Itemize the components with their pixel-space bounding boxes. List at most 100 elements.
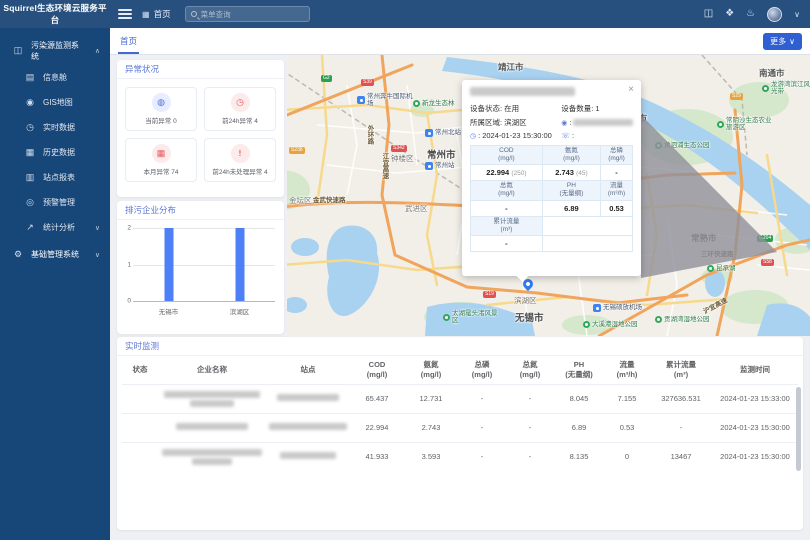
tab-home[interactable]: 首页 bbox=[118, 28, 139, 54]
map-label-city: 南通市 bbox=[759, 67, 785, 79]
enterprise-distribution-panel: 排污企业分布 2 1 0 无锡市 滨湖区 bbox=[117, 201, 284, 334]
map-label-city: 常熟市 bbox=[691, 232, 717, 244]
airport-icon bbox=[357, 96, 365, 104]
breadcrumb-home: 首页 bbox=[154, 8, 171, 20]
stopwatch-icon: ◷ bbox=[231, 93, 250, 112]
metric-value: 22.994 bbox=[486, 168, 509, 177]
park-icon bbox=[583, 321, 590, 328]
stat-24h-abnormal[interactable]: ◷ 前24h异常 4 bbox=[204, 87, 276, 131]
grid-icon: ▦ bbox=[142, 10, 150, 19]
stat-label: 前24h异常 4 bbox=[222, 115, 258, 125]
sidebar-group-pollution-monitoring[interactable]: ◫ 污染源监测系统 ∧ bbox=[0, 36, 110, 65]
layout-icon[interactable]: ❖ bbox=[725, 9, 734, 19]
flame-icon[interactable]: ♨ bbox=[746, 9, 755, 19]
metric-value: 6.89 bbox=[564, 204, 579, 213]
table-row[interactable]: 22.9942.743 -- 6.890.53 -2024-01-23 15:3… bbox=[122, 413, 798, 442]
sidebar-item-info-cabin[interactable]: ▤ 信息舱 bbox=[0, 65, 110, 90]
theme-icon[interactable]: ◫ bbox=[704, 9, 713, 19]
metric-value: 0.53 bbox=[609, 204, 624, 213]
table-scrollbar[interactable] bbox=[796, 387, 801, 471]
sidebar-item-alert-management[interactable]: ◎ 预警管理 bbox=[0, 190, 110, 215]
stat-month-abnormal[interactable]: ▦ 本月异常 74 bbox=[125, 138, 197, 182]
park-icon bbox=[655, 142, 662, 149]
col-tn: 总氮 bbox=[523, 360, 538, 369]
map-poi: 黄泗浦生态公园 bbox=[664, 142, 710, 149]
sidebar-item-label: 预警管理 bbox=[43, 197, 75, 208]
sidebar-item-site-report[interactable]: ▥ 站点报表 bbox=[0, 165, 110, 190]
stat-label: 前24h未处理异常 4 bbox=[212, 166, 267, 176]
map-poi: 无锡硕放机场 bbox=[603, 304, 642, 311]
col-site: 站点 bbox=[301, 365, 316, 374]
phone-icon: ☏ bbox=[561, 132, 570, 140]
park-icon bbox=[762, 85, 769, 92]
metric-unit: (mg/l) bbox=[608, 155, 625, 162]
metric-unit: (mg/l) bbox=[498, 155, 515, 162]
caret-down-icon: ∨ bbox=[95, 251, 100, 259]
user-avatar[interactable] bbox=[767, 7, 782, 22]
map-label-city: 无锡市 bbox=[515, 310, 544, 324]
realtime-monitor-panel: 实时监测 状态 企业名称 站点 COD(mg/l) 氨氮(mg/l) 总磷(mg… bbox=[117, 337, 803, 530]
abnormal-status-panel: 异常状况 ◍ 当前异常 0 ◷ 前24h异常 4 ▦ 本月异常 74 ! 前24… bbox=[117, 60, 284, 197]
hamburger-menu-icon[interactable] bbox=[118, 9, 132, 19]
info-cabin-icon: ▤ bbox=[25, 72, 35, 83]
road-badge: S58 bbox=[761, 259, 774, 266]
metric-limit: (45) bbox=[576, 170, 588, 177]
region-label: 所属区域: bbox=[470, 117, 502, 128]
panel-title: 异常状况 bbox=[117, 60, 284, 79]
map-label-district: 滨湖区 bbox=[514, 295, 537, 306]
stat-24h-unhandled[interactable]: ! 前24h未处理异常 4 bbox=[204, 138, 276, 182]
map-road-label: 金武快速路 bbox=[313, 194, 346, 204]
gis-map-icon: ◉ bbox=[25, 97, 35, 108]
sidebar-group-label: 污染源监测系统 bbox=[31, 40, 87, 62]
stat-label: 当前异常 0 bbox=[145, 115, 176, 125]
road-badge: G2 bbox=[321, 75, 332, 82]
sidebar-group-basic-management[interactable]: ⚙ 基础管理系统 ∨ bbox=[0, 240, 110, 269]
sidebar-item-gis-map[interactable]: ◉ GIS地图 bbox=[0, 90, 110, 115]
road-badge: S19 bbox=[483, 291, 496, 298]
breadcrumb[interactable]: ▦ 首页 bbox=[142, 8, 171, 20]
map-poi: 大溪港湿地公园 bbox=[592, 321, 638, 328]
map-poi: 贡湖湾湿地公园 bbox=[664, 316, 710, 323]
device-count-label: 设备数量: bbox=[561, 103, 593, 114]
map-label-district: 钟楼区 bbox=[391, 153, 414, 164]
map-poi: 常阴沙生态农业旅游区 bbox=[726, 117, 777, 132]
exclamation-icon: ! bbox=[231, 144, 250, 163]
topbar-actions: ◫ ❖ ♨ ∨ bbox=[704, 7, 810, 22]
metric-name: COD bbox=[499, 147, 513, 154]
company-name-redacted bbox=[470, 87, 575, 96]
y-tick: 2 bbox=[123, 225, 131, 232]
col-time: 监测时间 bbox=[740, 365, 770, 374]
map-poi: 昆承湖 bbox=[716, 265, 736, 272]
table-row[interactable]: 41.9333.593 -- 8.1350 134672024-01-23 15… bbox=[122, 442, 798, 471]
metric-value: 2.743 bbox=[555, 168, 574, 177]
more-button[interactable]: 更多 ∨ bbox=[763, 33, 802, 50]
sidebar-item-label: 信息舱 bbox=[43, 72, 67, 83]
map-label-district: 金坛区 bbox=[289, 195, 312, 206]
address-redacted bbox=[573, 119, 633, 126]
x-tick: 滨湖区 bbox=[204, 306, 275, 316]
station-icon bbox=[425, 162, 433, 170]
chevron-down-icon[interactable]: ∨ bbox=[794, 10, 800, 19]
sidebar-item-realtime-data[interactable]: ◷ 实时数据 bbox=[0, 115, 110, 140]
map-label-district: 武进区 bbox=[405, 203, 428, 214]
map-poi: 新龙生态林 bbox=[422, 100, 455, 107]
close-icon[interactable]: × bbox=[628, 84, 634, 95]
table-row[interactable]: 65.43712.731 -- 8.0457.155 327636.531202… bbox=[122, 384, 798, 413]
stat-current-abnormal[interactable]: ◍ 当前异常 0 bbox=[125, 87, 197, 131]
metric-name: 氨氮 bbox=[565, 147, 578, 154]
search-input[interactable] bbox=[201, 10, 304, 19]
station-icon bbox=[425, 129, 433, 137]
sidebar-item-statistics[interactable]: ↗ 统计分析 ∨ bbox=[0, 215, 110, 240]
metric-name: 总氮 bbox=[500, 182, 513, 189]
col-cod: COD bbox=[369, 360, 386, 369]
metric-limit: (250) bbox=[511, 170, 526, 177]
calendar-icon: ▦ bbox=[152, 144, 171, 163]
metric-value: - bbox=[505, 204, 508, 213]
metric-unit: (m³) bbox=[500, 226, 512, 233]
sidebar: ◫ 污染源监测系统 ∧ ▤ 信息舱 ◉ GIS地图 ◷ 实时数据 ▦ 历史数据 … bbox=[0, 28, 110, 540]
col-nh3: 氨氮 bbox=[424, 360, 439, 369]
menu-search[interactable] bbox=[185, 6, 310, 22]
metric-unit: (无量纲) bbox=[560, 190, 584, 197]
gis-map[interactable]: 靖江市 南通市 张家港市 常州市 无锡市 常熟市 钟楼区 武进区 金坛区 滨湖区… bbox=[287, 55, 810, 336]
sidebar-item-history-data[interactable]: ▦ 历史数据 bbox=[0, 140, 110, 165]
